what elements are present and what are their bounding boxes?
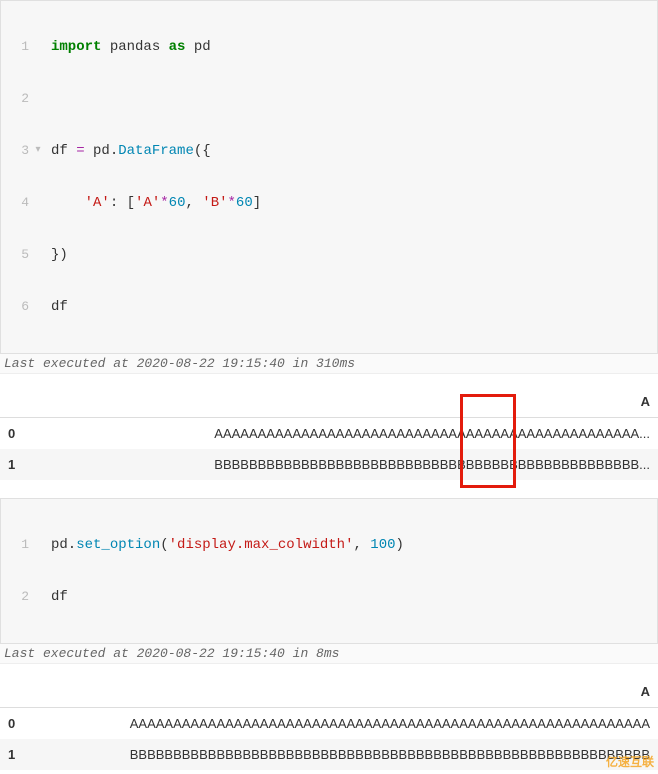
code-editor-1[interactable]: 1 import pandas as pd 2 3 ▾ df = pd.Data…: [0, 0, 658, 354]
cell-value: AAAAAAAAAAAAAAAAAAAAAAAAAAAAAAAAAAAAAAAA…: [36, 418, 658, 450]
code-line-6: df: [45, 297, 657, 317]
row-index: 1: [0, 449, 36, 480]
gutter-line-number: 6: [1, 297, 31, 317]
row-index: 0: [0, 418, 36, 450]
code-line-5: }): [45, 245, 657, 265]
gutter-line-number: 2: [1, 587, 31, 607]
watermark-logo: 亿速互联: [606, 753, 654, 770]
code-cell-2: 1 pd.set_option('display.max_colwidth', …: [0, 498, 658, 664]
fold-marker-icon[interactable]: ▾: [31, 141, 45, 161]
gutter-line-number: 4: [1, 193, 31, 213]
cell-value: BBBBBBBBBBBBBBBBBBBBBBBBBBBBBBBBBBBBBBBB…: [36, 449, 658, 480]
table-row: 0 AAAAAAAAAAAAAAAAAAAAAAAAAAAAAAAAAAAAAA…: [0, 708, 658, 740]
dataframe-table-1: A 0 AAAAAAAAAAAAAAAAAAAAAAAAAAAAAAAAAAAA…: [0, 386, 658, 480]
code-line-1b: pd.set_option('display.max_colwidth', 10…: [45, 535, 657, 555]
code-editor-2[interactable]: 1 pd.set_option('display.max_colwidth', …: [0, 498, 658, 644]
row-index: 0: [0, 708, 36, 740]
gutter-line-number: 1: [1, 37, 31, 57]
code-line-4: 'A': ['A'*60, 'B'*60]: [45, 193, 657, 213]
row-index: 1: [0, 739, 36, 770]
table-corner: [0, 676, 36, 708]
gutter-line-number: 2: [1, 89, 31, 109]
gutter-line-number: 3: [1, 141, 31, 161]
output-1: A 0 AAAAAAAAAAAAAAAAAAAAAAAAAAAAAAAAAAAA…: [0, 386, 658, 480]
column-header-A: A: [36, 386, 658, 418]
execution-info-2: Last executed at 2020-08-22 19:15:40 in …: [0, 644, 658, 664]
code-cell-1: 1 import pandas as pd 2 3 ▾ df = pd.Data…: [0, 0, 658, 374]
cell-value: BBBBBBBBBBBBBBBBBBBBBBBBBBBBBBBBBBBBBBBB…: [36, 739, 658, 770]
code-line-2b: df: [45, 587, 657, 607]
code-line-3: df = pd.DataFrame({: [45, 141, 657, 161]
column-header-A: A: [36, 676, 658, 708]
table-row: 1 BBBBBBBBBBBBBBBBBBBBBBBBBBBBBBBBBBBBBB…: [0, 739, 658, 770]
table-row: 0 AAAAAAAAAAAAAAAAAAAAAAAAAAAAAAAAAAAAAA…: [0, 418, 658, 450]
dataframe-table-2: A 0 AAAAAAAAAAAAAAAAAAAAAAAAAAAAAAAAAAAA…: [0, 676, 658, 770]
output-2: A 0 AAAAAAAAAAAAAAAAAAAAAAAAAAAAAAAAAAAA…: [0, 676, 658, 770]
table-corner: [0, 386, 36, 418]
cell-value: AAAAAAAAAAAAAAAAAAAAAAAAAAAAAAAAAAAAAAAA…: [36, 708, 658, 740]
gutter-line-number: 5: [1, 245, 31, 265]
gutter-line-number: 1: [1, 535, 31, 555]
table-row: 1 BBBBBBBBBBBBBBBBBBBBBBBBBBBBBBBBBBBBBB…: [0, 449, 658, 480]
execution-info-1: Last executed at 2020-08-22 19:15:40 in …: [0, 354, 658, 374]
code-line-1: import pandas as pd: [45, 37, 657, 57]
